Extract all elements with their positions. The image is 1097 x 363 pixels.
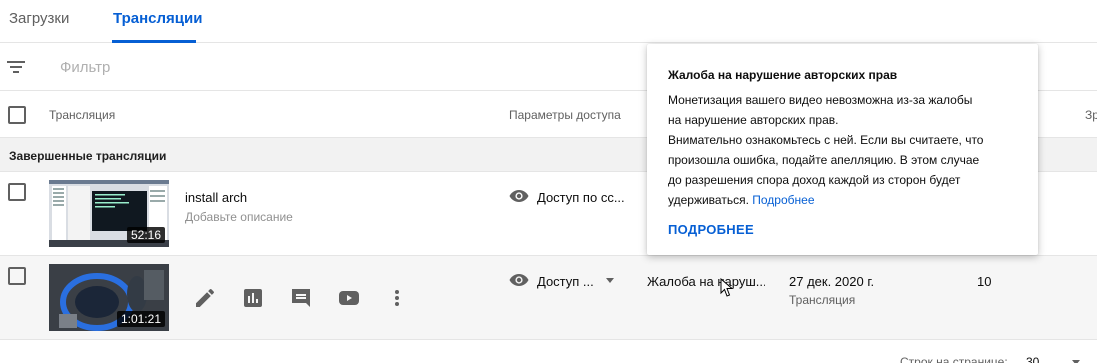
rows-per-page-value[interactable]: 30 [1026,355,1039,363]
learn-more-button[interactable]: ПОДРОБНЕЕ [668,222,754,237]
restriction-link[interactable]: Жалоба на наруш... [647,274,765,289]
section-header-label: Завершенные трансляции [9,149,167,163]
analytics-icon[interactable] [241,286,265,310]
youtube-icon[interactable] [337,286,361,310]
visibility-value: Доступ по сс... [537,190,625,205]
video-duration: 1:01:21 [116,311,165,327]
video-thumbnail[interactable]: 52:16 [49,180,169,247]
video-thumbnail[interactable]: 1:01:21 [49,264,169,331]
visibility-dropdown-arrow[interactable] [606,278,614,283]
comments-icon[interactable] [289,286,313,310]
tab-bar: Загрузки Трансляции [0,0,1097,43]
mouse-cursor-icon [720,278,734,297]
tab-live[interactable]: Трансляции [113,10,202,27]
tooltip-line: до разрешения спора доход каждой из стор… [668,173,961,187]
filter-input[interactable] [60,56,460,78]
column-header-stream[interactable]: Трансляция [49,108,115,122]
eye-icon [509,274,529,286]
row-checkbox[interactable] [8,267,26,285]
tab-uploads[interactable]: Загрузки [9,10,69,27]
learn-more-link[interactable]: Подробнее [752,193,814,207]
more-vert-icon[interactable] [385,286,409,310]
video-title[interactable]: install arch [185,190,247,205]
video-duration: 52:16 [126,227,165,243]
video-description[interactable]: Добавьте описание [185,210,293,224]
tooltip-line: произошла ошибка, подайте апелляцию. В э… [668,153,980,167]
tooltip-line-text: удерживаться. [668,193,749,207]
eye-icon [509,190,529,202]
column-header-views[interactable]: Зр [1085,108,1097,122]
filter-icon[interactable] [7,60,25,74]
tooltip-line: удерживаться. Подробнее [668,190,1028,210]
tooltip-body: Монетизация вашего видео невозможна из-з… [668,90,1028,210]
row-checkbox[interactable] [8,183,26,201]
date-type: Трансляция [789,293,856,307]
tooltip-line: на нарушение авторских прав. [668,113,839,127]
select-all-checkbox[interactable] [8,106,26,124]
table-row[interactable]: 1:01:21 Доступ ... Жалоба на наруш... 27… [0,256,1097,340]
date-value: 27 дек. 2020 г. [789,274,875,289]
column-header-visibility[interactable]: Параметры доступа [509,108,621,122]
visibility-value[interactable]: Доступ ... [537,274,594,289]
tooltip-title: Жалоба на нарушение авторских прав [668,68,898,82]
tooltip-line: Монетизация вашего видео невозможна из-з… [668,93,973,107]
pencil-icon[interactable] [193,286,217,310]
rows-per-page-label: Строк на странице: [900,355,1008,363]
copyright-claim-tooltip: Жалоба на нарушение авторских прав Монет… [647,44,1038,255]
views-count: 10 [977,274,992,289]
tooltip-line: Внимательно ознакомьтесь с ней. Если вы … [668,133,984,147]
